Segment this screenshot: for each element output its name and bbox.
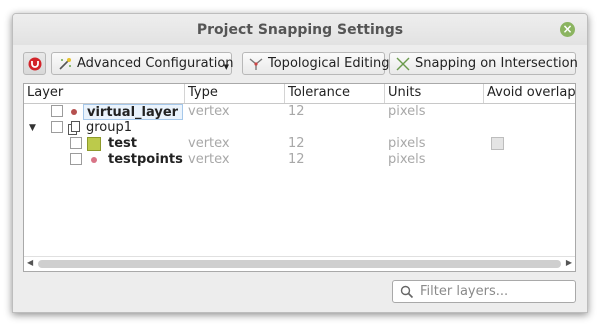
topological-editing-label: Topological Editing <box>268 56 390 71</box>
group-name[interactable]: group1 <box>86 120 132 136</box>
snapping-on-intersection-label: Snapping on Intersection <box>415 56 578 71</box>
search-icon <box>400 285 414 299</box>
layer-name[interactable]: virtual_layer <box>83 104 183 120</box>
tolerance-cell[interactable]: 12 <box>288 136 305 152</box>
filter-layers-field[interactable] <box>392 280 576 303</box>
scroll-left-icon[interactable]: ◀ <box>27 258 33 267</box>
layer-name[interactable]: test <box>108 136 137 152</box>
tree-row-testpoints[interactable]: testpoints vertex 12 pixels <box>24 152 575 168</box>
point-layer-icon <box>91 157 97 163</box>
column-header-avoid-overlap[interactable]: Avoid overlap <box>484 84 576 103</box>
close-icon[interactable]: × <box>560 22 575 37</box>
window-title: Project Snapping Settings <box>196 22 404 38</box>
column-header-units[interactable]: Units <box>385 84 484 103</box>
column-header-tolerance[interactable]: Tolerance <box>285 84 385 103</box>
snapping-settings-dialog: Project Snapping Settings × Advanced Con… <box>12 13 588 313</box>
topology-icon <box>249 57 263 70</box>
units-cell[interactable]: pixels <box>388 152 426 168</box>
scrollbar-thumb[interactable] <box>38 260 561 268</box>
layer-tree[interactable]: Layer Type Tolerance Units Avoid overlap… <box>23 83 576 272</box>
type-cell[interactable]: vertex <box>188 136 230 152</box>
magnet-icon <box>28 57 41 70</box>
tolerance-cell[interactable]: 12 <box>288 104 305 120</box>
intersection-icon <box>396 57 410 70</box>
advanced-configuration-button[interactable]: Advanced Configuration ▼ <box>51 52 234 75</box>
tree-row-test[interactable]: test vertex 12 pixels <box>24 136 575 152</box>
avoid-overlap-checkbox[interactable] <box>491 137 504 150</box>
title-bar: Project Snapping Settings × <box>13 14 587 45</box>
chevron-down-icon: ▼ <box>223 63 229 71</box>
horizontal-scrollbar[interactable]: ◀ ▶ <box>24 256 575 271</box>
enable-snapping-button[interactable] <box>23 52 46 75</box>
scroll-right-icon[interactable]: ▶ <box>566 258 572 267</box>
tolerance-cell[interactable]: 12 <box>288 152 305 168</box>
polygon-layer-icon <box>87 137 101 151</box>
wand-icon <box>59 57 71 70</box>
layer-checkbox[interactable] <box>70 137 82 149</box>
filter-layers-input[interactable] <box>420 283 570 300</box>
tree-row-group1[interactable]: ▼ group1 <box>24 120 575 136</box>
advanced-configuration-label: Advanced Configuration <box>77 56 234 71</box>
column-header-layer[interactable]: Layer <box>24 84 185 103</box>
units-cell[interactable]: pixels <box>388 104 426 120</box>
column-header-type[interactable]: Type <box>185 84 285 103</box>
point-layer-icon <box>71 109 77 115</box>
type-cell[interactable]: vertex <box>188 104 230 120</box>
type-cell[interactable]: vertex <box>188 152 230 168</box>
layer-checkbox[interactable] <box>70 153 82 165</box>
topological-editing-button[interactable]: Topological Editing <box>242 52 389 75</box>
toolbar: Advanced Configuration ▼ Topological Edi… <box>13 52 587 80</box>
snapping-on-intersection-button[interactable]: Snapping on Intersection <box>389 52 578 75</box>
tree-header: Layer Type Tolerance Units Avoid overlap <box>24 84 576 104</box>
layer-checkbox[interactable] <box>51 105 63 117</box>
layer-name[interactable]: testpoints <box>108 152 183 168</box>
expand-arrow-icon[interactable]: ▼ <box>29 120 36 136</box>
group-checkbox[interactable] <box>51 121 63 133</box>
group-icon <box>68 121 80 135</box>
units-cell[interactable]: pixels <box>388 136 426 152</box>
tree-row-virtual-layer[interactable]: virtual_layer vertex 12 pixels <box>24 104 575 120</box>
